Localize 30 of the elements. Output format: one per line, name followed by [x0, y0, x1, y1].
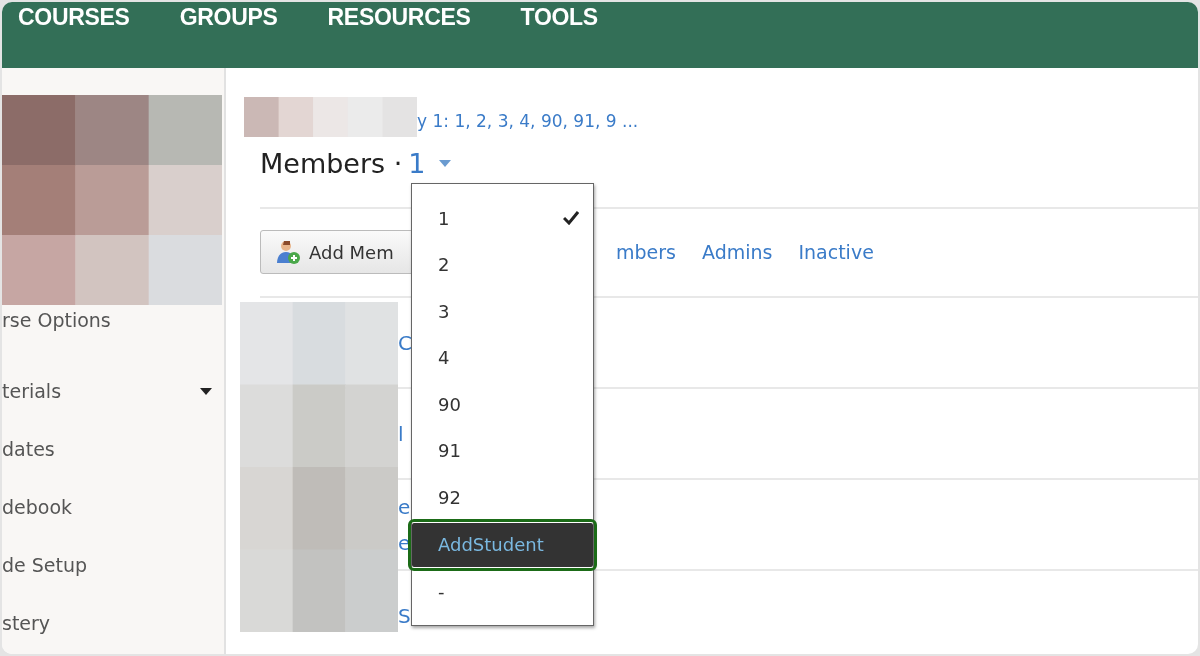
section-selector[interactable]: 1 — [408, 147, 426, 179]
member-name[interactable]: S — [398, 604, 411, 627]
menu-item[interactable]: 3 — [412, 288, 593, 335]
filter-link[interactable]: Inactive — [798, 241, 874, 263]
member-name[interactable]: l — [398, 422, 404, 445]
menu-item[interactable]: 90 — [412, 381, 593, 428]
page-title: Members · — [260, 147, 403, 179]
menu-item[interactable]: - — [412, 568, 593, 615]
filter-link[interactable]: mbers — [616, 241, 676, 263]
nav-link[interactable]: COURSES — [18, 2, 130, 32]
breadcrumb-link[interactable]: y 1: 1, 2, 3, 4, 90, 91, 9 ... — [417, 111, 639, 131]
nav-link[interactable]: GROUPS — [179, 2, 278, 32]
caret-icon — [200, 387, 212, 395]
member-name[interactable]: e — [398, 495, 411, 518]
check-icon — [563, 211, 579, 226]
user-add-icon — [275, 239, 301, 265]
sidebar-link[interactable]: de Setup — [2, 554, 88, 576]
menu-item[interactable]: 91 — [412, 427, 593, 474]
filter-link[interactable]: Admins — [701, 241, 773, 263]
sidebar-link[interactable]: dates — [2, 438, 55, 460]
menu-item[interactable]: 92 — [412, 474, 593, 521]
caret-icon — [439, 159, 452, 167]
sidebar-link[interactable]: debook — [2, 496, 73, 518]
sidebar-link[interactable]: rse Options — [2, 309, 111, 331]
nav-link[interactable]: RESOURCES — [327, 2, 471, 32]
sidebar-link[interactable]: terials — [2, 380, 62, 402]
sidebar-link[interactable]: stery — [2, 612, 51, 634]
menu-item[interactable]: 4 — [412, 334, 593, 381]
member-name[interactable]: C — [398, 331, 412, 354]
nav-link[interactable]: TOOLS — [520, 2, 598, 32]
